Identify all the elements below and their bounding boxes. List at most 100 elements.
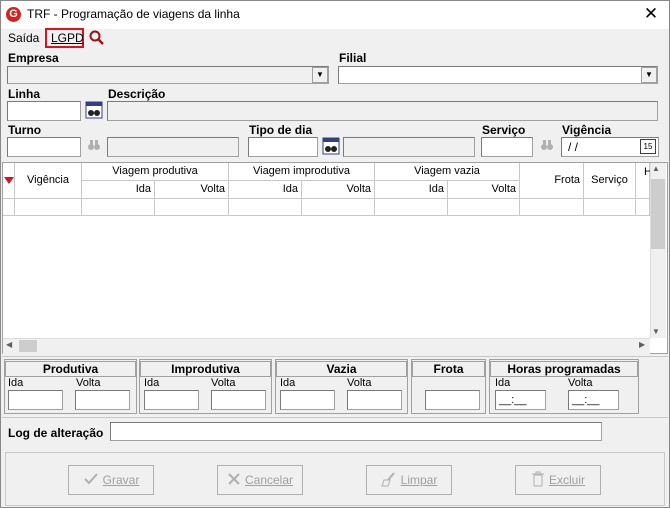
table-cell[interactable] bbox=[375, 199, 448, 216]
turno-input[interactable] bbox=[7, 137, 81, 157]
turno-description bbox=[107, 137, 239, 157]
horas-volta-field[interactable]: __:__ bbox=[568, 390, 619, 410]
calendar-icon[interactable]: 15 bbox=[640, 139, 656, 154]
log-field bbox=[110, 422, 602, 441]
improdutiva-volta-field bbox=[211, 390, 266, 410]
improdutiva-volta-label: Volta bbox=[211, 377, 236, 389]
horas-volta-label: Volta bbox=[568, 377, 593, 389]
label-servico: Serviço bbox=[482, 123, 526, 137]
separator bbox=[2, 356, 668, 357]
empresa-combo[interactable] bbox=[7, 66, 329, 84]
scroll-up-icon[interactable]: ▲ bbox=[652, 164, 660, 173]
limpar-label: Limpar bbox=[400, 473, 438, 487]
frota-field bbox=[425, 390, 480, 410]
separator bbox=[2, 417, 668, 418]
binoculars-icon[interactable] bbox=[84, 101, 104, 121]
vertical-scroll-thumb[interactable] bbox=[651, 179, 665, 249]
linha-input[interactable] bbox=[7, 101, 81, 121]
col-vazia-volta[interactable]: Volta bbox=[448, 181, 520, 199]
tipo-dia-description bbox=[343, 137, 475, 157]
vazia-ida-label: Ida bbox=[280, 377, 296, 389]
col-vigencia[interactable]: Vigência bbox=[15, 163, 82, 199]
label-filial: Filial bbox=[339, 51, 367, 65]
col-frota[interactable]: Frota bbox=[520, 163, 584, 199]
horizontal-scrollbar[interactable] bbox=[3, 338, 650, 354]
vazia-ida-field bbox=[280, 390, 335, 410]
table-cell[interactable] bbox=[448, 199, 520, 216]
scroll-left-icon[interactable]: ◀ bbox=[6, 340, 12, 349]
servico-input[interactable] bbox=[481, 137, 533, 157]
excluir-label: Excluir bbox=[548, 473, 585, 487]
table-cell[interactable] bbox=[636, 199, 650, 216]
group-viagem-vazia: Viagem vazia bbox=[375, 163, 520, 181]
improdutiva-ida-label: Ida bbox=[144, 377, 160, 389]
binoculars-icon[interactable] bbox=[321, 137, 341, 157]
limpar-button[interactable]: Limpar bbox=[366, 465, 452, 495]
broom-icon bbox=[380, 471, 397, 490]
search-icon[interactable] bbox=[88, 29, 106, 47]
grid-indicator-header bbox=[3, 163, 15, 199]
descricao-field bbox=[107, 101, 658, 121]
table-cell[interactable] bbox=[15, 199, 82, 216]
table-cell[interactable] bbox=[584, 199, 636, 216]
chevron-down-icon[interactable]: ▼ bbox=[641, 67, 657, 83]
filial-combo[interactable] bbox=[338, 66, 658, 84]
check-icon bbox=[83, 472, 99, 489]
horizontal-scroll-thumb[interactable] bbox=[19, 340, 37, 352]
table-row[interactable] bbox=[3, 199, 15, 216]
label-log: Log de alteração bbox=[8, 426, 104, 440]
col-servico[interactable]: Serviço bbox=[584, 163, 636, 199]
frota-title: Frota bbox=[412, 361, 485, 377]
excluir-button[interactable]: Excluir bbox=[515, 465, 601, 495]
app-logo-icon: G bbox=[6, 7, 21, 22]
cancelar-label: Cancelar bbox=[244, 473, 294, 487]
window-title: TRF - Programação de viagens da linha bbox=[27, 7, 240, 21]
produtiva-title: Produtiva bbox=[5, 361, 136, 377]
chevron-down-icon[interactable]: ▼ bbox=[312, 67, 328, 83]
horas-title: Horas programadas bbox=[490, 361, 638, 377]
col-produtiva-volta[interactable]: Volta bbox=[155, 181, 229, 199]
app-window: G TRF - Programação de viagens da linha … bbox=[0, 0, 670, 508]
tipo-dia-input[interactable] bbox=[248, 137, 318, 157]
horas-ida-label: Ida bbox=[495, 377, 511, 389]
gravar-label: Gravar bbox=[102, 473, 140, 487]
label-turno: Turno bbox=[8, 123, 42, 137]
scroll-right-icon[interactable]: ▶ bbox=[639, 340, 645, 349]
gravar-button[interactable]: Gravar bbox=[68, 465, 154, 495]
cancel-icon bbox=[227, 472, 241, 489]
vazia-volta-label: Volta bbox=[347, 377, 372, 389]
label-linha: Linha bbox=[8, 87, 40, 101]
produtiva-ida-field bbox=[8, 390, 63, 410]
produtiva-volta-field bbox=[75, 390, 130, 410]
menu-saida[interactable]: Saída bbox=[8, 31, 39, 45]
produtiva-volta-label: Volta bbox=[76, 377, 101, 389]
label-empresa: Empresa bbox=[8, 51, 59, 65]
table-cell[interactable] bbox=[82, 199, 155, 216]
close-icon[interactable]: ✕ bbox=[641, 4, 661, 24]
cancelar-button[interactable]: Cancelar bbox=[217, 465, 303, 495]
group-viagem-improdutiva: Viagem improdutiva bbox=[229, 163, 375, 181]
col-improdutiva-ida[interactable]: Ida bbox=[229, 181, 302, 199]
vazia-volta-field bbox=[347, 390, 402, 410]
col-produtiva-ida[interactable]: Ida bbox=[82, 181, 155, 199]
table-cell[interactable] bbox=[302, 199, 375, 216]
produtiva-ida-label: Ida bbox=[8, 377, 24, 389]
label-vigencia: Vigência bbox=[562, 123, 612, 137]
vazia-title: Vazia bbox=[276, 361, 407, 377]
scroll-down-icon[interactable]: ▼ bbox=[652, 327, 660, 336]
horas-ida-field[interactable]: __:__ bbox=[495, 390, 546, 410]
improdutiva-ida-field bbox=[144, 390, 199, 410]
col-extra[interactable]: H bbox=[636, 163, 652, 199]
table-cell[interactable] bbox=[155, 199, 229, 216]
trash-icon bbox=[531, 471, 545, 490]
label-descricao: Descrição bbox=[108, 87, 166, 101]
col-vazia-ida[interactable]: Ida bbox=[375, 181, 448, 199]
table-cell[interactable] bbox=[229, 199, 302, 216]
col-improdutiva-volta[interactable]: Volta bbox=[302, 181, 375, 199]
table-cell[interactable] bbox=[520, 199, 584, 216]
menu-lgpd[interactable]: LGPD bbox=[51, 31, 84, 45]
label-tipo-dia: Tipo de dia bbox=[249, 123, 313, 137]
binoculars-icon bbox=[537, 137, 557, 157]
group-viagem-produtiva: Viagem produtiva bbox=[82, 163, 229, 181]
improdutiva-title: Improdutiva bbox=[140, 361, 271, 377]
